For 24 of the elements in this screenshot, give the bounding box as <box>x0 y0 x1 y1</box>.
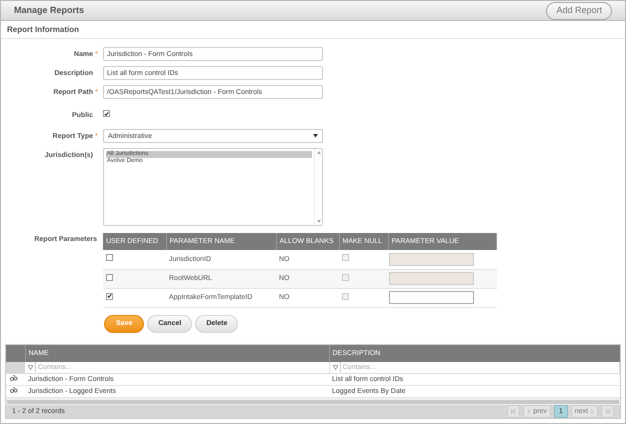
section-title: Report Information <box>7 25 79 34</box>
checkbox[interactable] <box>103 110 110 117</box>
first-page-button[interactable] <box>507 405 520 418</box>
add-report-button[interactable]: Add Report <box>546 2 612 20</box>
input-field[interactable] <box>389 291 474 304</box>
checkbox[interactable] <box>106 274 113 280</box>
first-page-icon <box>511 409 516 414</box>
filter-icon <box>28 364 33 370</box>
caret-icon <box>313 134 318 138</box>
last-page-button[interactable] <box>601 405 614 418</box>
chevron-left-icon <box>527 409 532 414</box>
page-title: Manage Reports <box>14 6 84 16</box>
checkbox[interactable] <box>106 254 113 262</box>
scroll-up-icon[interactable] <box>316 151 320 154</box>
link-icon[interactable] <box>10 387 18 393</box>
chevron-right-icon <box>590 409 594 414</box>
vertical-scrollbar[interactable] <box>314 149 322 225</box>
scroll-down-icon[interactable] <box>316 220 320 223</box>
horizontal-scrollbar[interactable] <box>6 398 620 405</box>
checkbox[interactable] <box>106 292 113 300</box>
last-page-icon <box>605 409 610 414</box>
link-icon[interactable] <box>10 375 18 381</box>
header-corner <box>6 344 25 362</box>
filter-icon <box>332 364 338 370</box>
